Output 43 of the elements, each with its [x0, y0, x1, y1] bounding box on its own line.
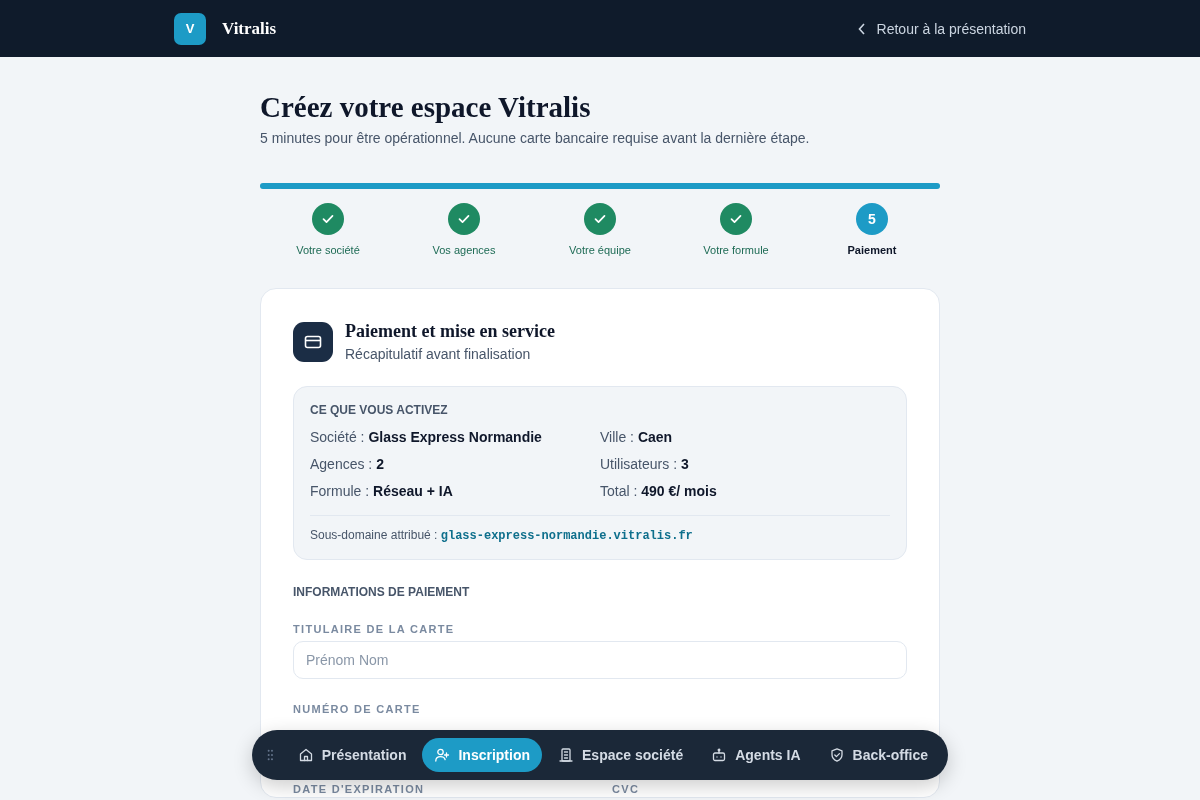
step-label: Votre formule: [703, 244, 769, 256]
nav-tab[interactable]: Espace société: [546, 738, 696, 772]
check-icon: [457, 212, 471, 226]
user-plus-icon: [434, 747, 451, 763]
robot-icon: [711, 747, 728, 763]
logo-badge: V: [174, 12, 206, 45]
page-title: Créez votre espace Vitralis: [260, 91, 592, 124]
field-label: NUMÉRO DE CARTE: [293, 703, 422, 715]
step-label: Vos agences: [432, 244, 496, 256]
step-label: Paiement: [847, 244, 897, 256]
shield-icon: [828, 747, 845, 763]
building-icon: [558, 747, 574, 763]
nav-tab[interactable]: Back-office: [816, 738, 940, 772]
field-label: TITULAIRE DE LA CARTE: [293, 623, 456, 635]
field-label: DATE D'EXPIRATION: [293, 783, 425, 795]
summary-item: Agences : 2: [310, 456, 385, 472]
summary-heading: CE QUE VOUS ACTIVEZ: [310, 403, 449, 417]
step-label: Votre équipe: [569, 244, 631, 256]
back-link[interactable]: Retour à la présentation: [857, 20, 1026, 37]
step-number: 5: [856, 203, 888, 235]
home-icon: [297, 747, 314, 763]
card-title: Paiement et mise en service: [345, 321, 555, 342]
input-field[interactable]: Prénom Nom: [293, 641, 907, 679]
summary-item: Ville : Caen: [600, 429, 674, 445]
check-icon: [593, 212, 607, 226]
page-subtitle: 5 minutes pour être opérationnel. Aucune carte bancaire requise avant la dernière étape.: [260, 130, 811, 146]
nav-tab[interactable]: Agents IA: [699, 738, 813, 772]
summary-item: Utilisateurs : 3: [600, 456, 690, 472]
credit-card-icon: [293, 321, 333, 362]
nav-tab[interactable]: Présentation: [285, 738, 419, 772]
check-icon: [729, 212, 743, 226]
card-subtitle: Récapitulatif avant finalisation: [345, 346, 532, 362]
drag-handle-icon[interactable]: [267, 748, 274, 762]
brand-name: Vitralis: [222, 18, 277, 39]
summary-item: Formule : Réseau + IA: [310, 483, 454, 499]
check-icon: [321, 212, 335, 226]
chevron-left-icon: [857, 22, 866, 35]
summary-item: Total : 490 €/ mois: [600, 483, 718, 499]
step-label: Votre société: [296, 244, 360, 256]
summary-item: Société : Glass Express Normandie: [310, 429, 543, 445]
section-heading: INFORMATIONS DE PAIEMENT: [293, 585, 471, 599]
field-label: CVC: [612, 783, 640, 795]
subdomain-text: Sous-domaine attribué : glass-express-normandie.vitralis.fr: [310, 515, 890, 543]
